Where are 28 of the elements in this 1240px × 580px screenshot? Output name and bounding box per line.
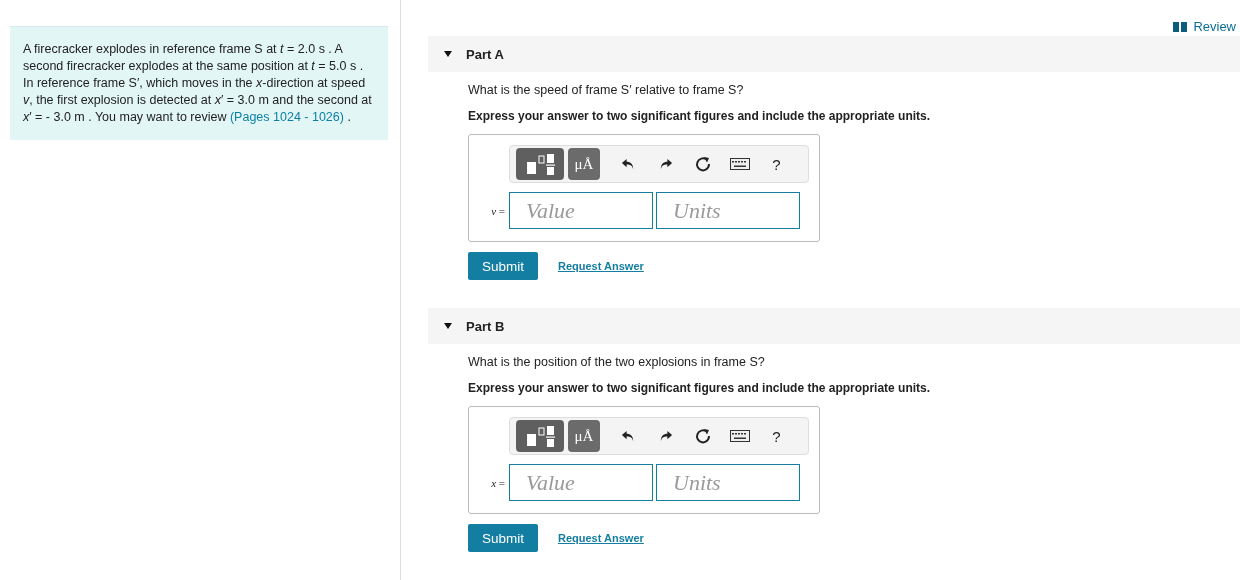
question-text: What is the speed of frame S′ relative to frame S? [468,83,745,97]
submit-button[interactable]: Submit [468,524,538,552]
request-answer-link[interactable]: Request Answer [558,260,644,272]
units-button[interactable]: μÅ [568,420,600,452]
variable-label: v = [490,204,506,217]
units-field[interactable]: Units [656,192,800,229]
instruction-text: Express your answer to two significant figures and include the appropriate units. [468,381,932,395]
template-button[interactable] [516,148,564,180]
submit-button[interactable]: Submit [468,252,538,280]
template-button[interactable] [516,420,564,452]
book-icon [1173,21,1188,32]
units-field[interactable]: Units [656,464,800,501]
request-answer-link[interactable]: Request Answer [558,532,644,544]
problem-text: A firecracker explodes in reference frame S at t = 2.0 s . A second firecracker explodes at the same position at t = 5.0 s . In reference frame S′, which moves in the x-direction at speed v, the first explosion is detected at x′ = 3.0 m and the second at x′ = - 3.0 m . You may want to review (Pages 1024 - 1026) . [23,41,373,126]
units-button[interactable]: μÅ [568,148,600,180]
value-field[interactable]: Value [509,192,653,229]
variable-label: x = [490,476,506,489]
instruction-text: Express your answer to two significant figures and include the appropriate units. [468,109,932,123]
value-field[interactable]: Value [509,464,653,501]
question-text: What is the position of the two explosions in frame S? [468,355,766,369]
part-title: Part B [466,318,505,334]
help-button[interactable]: ? [758,427,795,445]
part-header[interactable]: Part A [428,36,1240,72]
pages-link[interactable]: (Pages 1024 - 1026) [229,110,344,124]
review-link[interactable]: Review [1173,19,1236,34]
help-button[interactable]: ? [758,155,795,173]
part-title: Part A [466,46,504,62]
part-header[interactable]: Part B [428,308,1240,344]
